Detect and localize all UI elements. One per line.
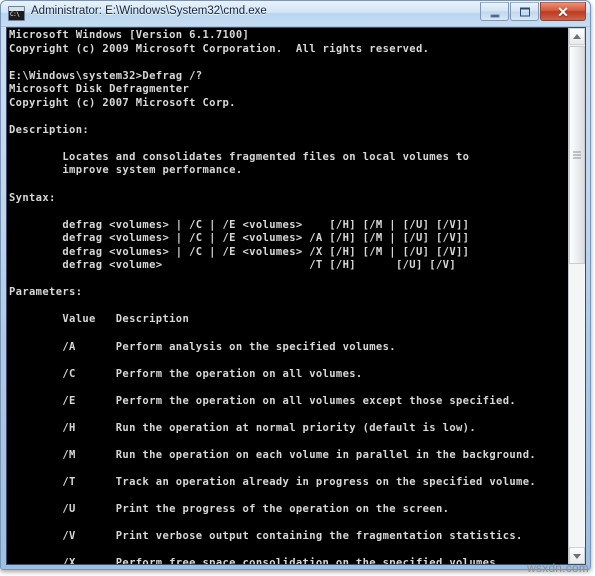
close-icon: ✕	[557, 3, 569, 20]
caption-button-group: ✕	[479, 2, 586, 21]
console-client-area[interactable]: Microsoft Windows [Version 6.1.7100] Cop…	[6, 27, 586, 565]
scroll-up-button[interactable]	[569, 28, 585, 45]
scrollbar-grip-icon	[573, 151, 581, 159]
minimize-icon	[490, 14, 499, 17]
window-title: Administrator: E:\Windows\System32\cmd.e…	[31, 5, 267, 17]
close-button[interactable]: ✕	[540, 2, 586, 21]
watermark-text: wsxdn.com	[527, 561, 589, 575]
console-output-text: Microsoft Windows [Version 6.1.7100] Cop…	[9, 29, 537, 565]
chevron-up-icon	[573, 33, 581, 39]
scrollbar-thumb[interactable]	[569, 46, 585, 264]
window-titlebar[interactable]: C:\ Administrator: E:\Windows\System32\c…	[1, 1, 590, 27]
cmd-console-icon-text: C:\	[10, 11, 20, 18]
chevron-down-icon	[573, 553, 581, 559]
cmd-console-icon: C:\	[8, 6, 25, 21]
command-prompt-window: C:\ Administrator: E:\Windows\System32\c…	[0, 0, 591, 570]
console-vertical-scrollbar[interactable]	[568, 28, 585, 564]
minimize-button[interactable]	[480, 2, 509, 21]
scrollbar-track[interactable]	[569, 264, 585, 547]
maximize-button[interactable]	[510, 2, 539, 21]
maximize-icon	[519, 7, 530, 16]
